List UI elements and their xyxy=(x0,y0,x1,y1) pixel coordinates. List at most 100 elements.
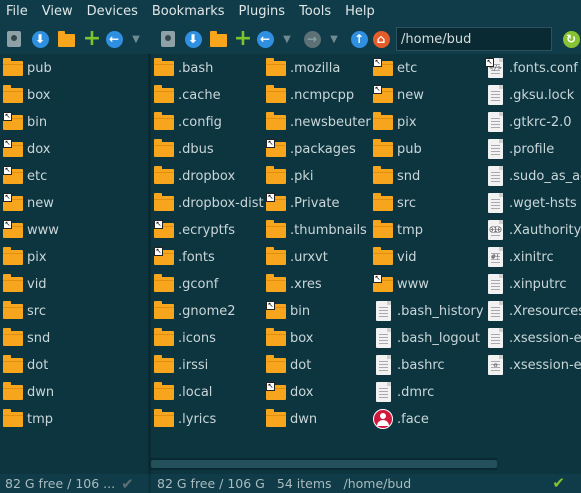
folder-item[interactable]: box xyxy=(3,84,51,106)
folder-item[interactable]: ↖ dox xyxy=(266,381,314,403)
folder-item[interactable]: .dropbox xyxy=(154,165,235,187)
folder-item[interactable]: dwn xyxy=(266,408,317,430)
file-item[interactable]: .gtkrc-2.0 xyxy=(485,111,572,133)
symlink-arrow-icon: ↖ xyxy=(154,220,163,229)
folder-item[interactable]: ↖ new xyxy=(3,192,54,214)
folder-item[interactable]: .pki xyxy=(266,165,314,187)
path-input[interactable] xyxy=(396,27,552,51)
file-item[interactable]: .face xyxy=(373,408,429,430)
up-button[interactable]: ↑ xyxy=(349,29,369,49)
file-item[interactable]: .bash_history xyxy=(373,300,484,322)
horizontal-scrollbar[interactable] xyxy=(151,458,497,470)
folder-item[interactable]: .irssi xyxy=(154,354,208,376)
folder-item[interactable]: .xres xyxy=(266,273,322,295)
menu-bookmarks[interactable]: Bookmarks xyxy=(145,0,232,24)
folder-item[interactable]: ↖ .packages xyxy=(266,138,356,160)
file-item[interactable]: .wget-hsts xyxy=(485,192,577,214)
folder-item[interactable]: .dropbox-dist xyxy=(154,192,264,214)
right-back-button[interactable]: ← xyxy=(255,29,275,49)
file-item[interactable]: .xsession-er xyxy=(485,327,581,349)
folder-item[interactable]: ↖ etc xyxy=(373,57,417,79)
folder-item[interactable]: .bash xyxy=(154,57,213,79)
folder-item[interactable]: .config xyxy=(154,111,222,133)
menu-help[interactable]: Help xyxy=(338,0,382,24)
folder-item[interactable]: ↖ bin xyxy=(266,300,310,322)
file-item[interactable]: </> ↖ .fonts.conf xyxy=(485,57,578,79)
left-home-folder-button[interactable] xyxy=(56,29,76,49)
folder-item[interactable]: .thumbnails xyxy=(266,219,367,241)
folder-item[interactable]: dwn xyxy=(3,381,54,403)
right-drive-button[interactable] xyxy=(158,29,178,49)
folder-item[interactable]: ↖ bin xyxy=(3,111,47,133)
right-new-tab-button[interactable]: + xyxy=(233,28,253,50)
folder-item[interactable]: .icons xyxy=(154,327,216,349)
right-download-button[interactable]: ⬇ xyxy=(183,29,203,49)
folder-item[interactable]: tmp xyxy=(373,219,423,241)
file-item[interactable]: ♻ .xsession-er xyxy=(485,354,581,376)
left-back-button[interactable]: ← xyxy=(104,29,124,49)
folder-item[interactable]: ↖ etc xyxy=(3,165,47,187)
folder-item[interactable]: src xyxy=(373,192,416,214)
folder-item[interactable]: ↖ dox xyxy=(3,138,51,160)
folder-item[interactable]: pub xyxy=(373,138,422,160)
folder-item[interactable]: vid xyxy=(373,246,417,268)
file-item[interactable]: .gksu.lock xyxy=(485,84,574,106)
folder-item[interactable]: box xyxy=(266,327,314,349)
folder-item[interactable]: .mozilla xyxy=(266,57,340,79)
text-file-icon xyxy=(373,328,393,348)
folder-item[interactable]: pub xyxy=(3,57,52,79)
menu-file[interactable]: File xyxy=(0,0,35,24)
folder-item[interactable]: ↖ www xyxy=(373,273,429,295)
folder-item[interactable]: ↖ www xyxy=(3,219,59,241)
file-item[interactable]: .xinputrc xyxy=(485,273,566,295)
scrollbar-thumb[interactable] xyxy=(151,460,497,468)
folder-item[interactable]: snd xyxy=(373,165,420,187)
folder-item[interactable]: .gconf xyxy=(154,273,218,295)
file-item[interactable]: 010 .Xauthority xyxy=(485,219,581,241)
file-name: .thumbnails xyxy=(290,222,367,238)
folder-item[interactable]: dot xyxy=(3,354,48,376)
folder-item[interactable]: .local xyxy=(154,381,212,403)
folder-item[interactable]: snd xyxy=(3,327,50,349)
folder-item[interactable]: .ncmpcpp xyxy=(266,84,354,106)
file-item[interactable]: .Xresources xyxy=(485,300,581,322)
left-new-tab-button[interactable]: + xyxy=(82,28,102,50)
folder-item[interactable]: pix xyxy=(3,246,47,268)
folder-item[interactable]: ↖ new xyxy=(373,84,424,106)
folder-item[interactable]: ↖ .fonts xyxy=(154,246,215,268)
left-file-pane[interactable]: pub box ↖ bin ↖ dox ↖ etc ↖ new ↖ www pix vid src snd do… xyxy=(0,54,148,458)
folder-item[interactable]: .urxvt xyxy=(266,246,328,268)
file-item[interactable]: #! .xinitrc xyxy=(485,246,554,268)
menu-view[interactable]: View xyxy=(35,0,80,24)
folder-item[interactable]: .cache xyxy=(154,84,221,106)
folder-item[interactable]: tmp xyxy=(3,408,53,430)
file-item[interactable]: .bash_logout xyxy=(373,327,480,349)
folder-item[interactable]: .dbus xyxy=(154,138,214,160)
right-back-dropdown[interactable]: ▼ xyxy=(277,29,297,49)
folder-item[interactable]: ↖ .ecryptfs xyxy=(154,219,235,241)
left-history-dropdown[interactable]: ▼ xyxy=(126,29,146,49)
right-file-pane[interactable]: .bash .cache .config .dbus .dropbox .dropbox-… xyxy=(151,54,581,458)
forward-button[interactable]: → xyxy=(302,29,322,49)
folder-item[interactable]: pix xyxy=(373,111,417,133)
folder-item[interactable]: vid xyxy=(3,273,47,295)
menu-devices[interactable]: Devices xyxy=(80,0,145,24)
menu-tools[interactable]: Tools xyxy=(292,0,338,24)
folder-item[interactable]: ↖ .Private xyxy=(266,192,339,214)
folder-item[interactable]: .newsbeuter xyxy=(266,111,371,133)
home-button[interactable]: ⌂ xyxy=(371,29,391,49)
menu-plugins[interactable]: Plugins xyxy=(232,0,293,24)
file-item[interactable]: .bashrc xyxy=(373,354,445,376)
folder-item[interactable]: .gnome2 xyxy=(154,300,236,322)
forward-dropdown[interactable]: ▼ xyxy=(324,29,344,49)
file-item[interactable]: .profile xyxy=(485,138,554,160)
folder-item[interactable]: .lyrics xyxy=(154,408,216,430)
file-item[interactable]: .dmrc xyxy=(373,381,434,403)
folder-item[interactable]: dot xyxy=(266,354,311,376)
folder-item[interactable]: src xyxy=(3,300,46,322)
left-drive-button[interactable] xyxy=(4,29,24,49)
right-home-folder-button[interactable] xyxy=(208,29,228,49)
refresh-button[interactable]: ↻ xyxy=(561,29,581,49)
left-download-button[interactable]: ⬇ xyxy=(30,29,50,49)
file-item[interactable]: .sudo_as_ad xyxy=(485,165,581,187)
